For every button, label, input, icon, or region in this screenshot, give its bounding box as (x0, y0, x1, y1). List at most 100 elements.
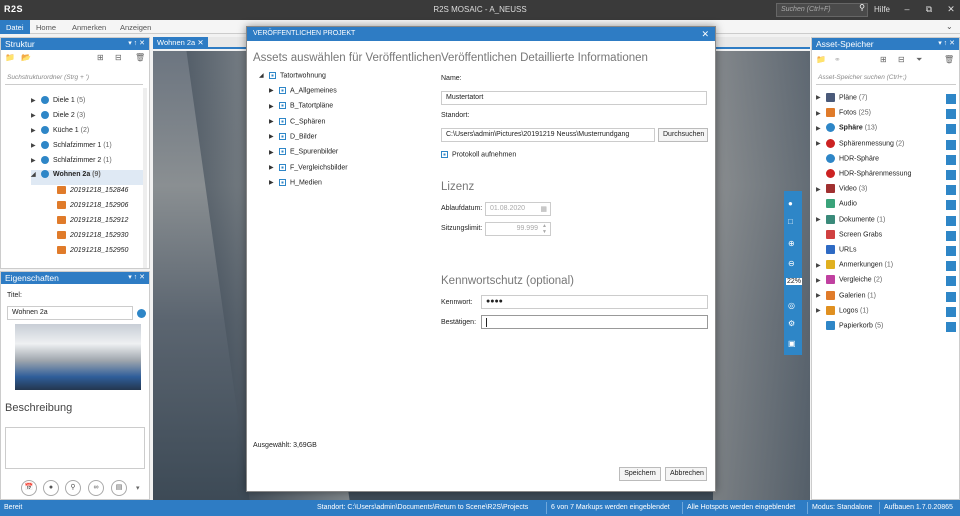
description-textarea[interactable] (5, 427, 145, 469)
checkbox[interactable] (279, 148, 286, 156)
tree-photo-item[interactable]: 20191218_152930 (57, 231, 128, 246)
expand-icon[interactable]: ▶ (816, 94, 826, 101)
visibility-checkbox[interactable] (946, 185, 956, 196)
add-icon[interactable]: ⊞ (97, 53, 104, 62)
expand-icon[interactable]: ▶ (269, 179, 279, 186)
asset-item[interactable]: ▶ Anmerkungen (1) (816, 260, 956, 273)
structure-scrollbar[interactable] (143, 88, 147, 268)
expand-icon[interactable]: ▶ (816, 307, 826, 314)
folder-add-icon[interactable]: 📁 (816, 55, 826, 64)
expand-icon[interactable]: ▶ (269, 133, 279, 140)
frame-icon[interactable]: □ (788, 217, 793, 226)
folder-icon[interactable]: 📂 (21, 53, 31, 62)
expand-icon[interactable]: ▶ (816, 292, 826, 299)
save-button[interactable]: Speichern (619, 467, 661, 481)
visibility-checkbox[interactable] (946, 230, 956, 241)
expand-icon[interactable]: ▶ (31, 142, 41, 149)
filter-icon[interactable]: ⏷ (916, 55, 922, 65)
tree-item-1[interactable]: ▶ B_Tatortpläne (269, 102, 333, 110)
expand-icon[interactable]: ▶ (269, 103, 279, 110)
asset-search-input[interactable]: Asset-Speicher suchen (Ctrl+;) (816, 73, 956, 85)
tree-photo-item[interactable]: 20191218_152912 (57, 216, 128, 231)
collapse-icon[interactable]: ◢ (31, 171, 41, 178)
visibility-checkbox[interactable] (946, 94, 956, 104)
expand-icon[interactable]: ▶ (816, 186, 826, 193)
expand-icon[interactable]: ▶ (31, 97, 41, 104)
tree-item-2[interactable]: ▶ C_Sphären (269, 117, 325, 125)
help-menu[interactable]: Hilfe (874, 5, 890, 14)
menu-home[interactable]: Home (30, 20, 62, 34)
maximize-icon[interactable]: ⧉ (922, 4, 936, 15)
menu-anzeigen[interactable]: Anzeigen (114, 20, 157, 34)
expand-icon[interactable]: ▶ (816, 216, 826, 223)
attachment-icon[interactable]: ∞ (88, 480, 104, 496)
document-icon[interactable]: ▤ (111, 480, 127, 496)
visibility-checkbox[interactable] (946, 306, 956, 317)
menu-anmerken[interactable]: Anmerken (66, 20, 112, 34)
visibility-checkbox[interactable] (946, 246, 956, 256)
asset-item[interactable]: ▶ Dokumente (1) (816, 214, 956, 228)
name-input[interactable]: Mustertatort (441, 91, 707, 105)
tree-item-schlafzimmer-2[interactable]: ▶ Schlafzimmer 2 (1) (31, 156, 112, 171)
asset-item[interactable]: Screen Grabs (816, 229, 956, 243)
add-icon[interactable]: ⊞ (880, 55, 887, 64)
minimize-icon[interactable]: – (900, 4, 914, 14)
confirm-password-input[interactable] (481, 315, 708, 329)
visibility-checkbox[interactable] (946, 261, 956, 272)
log-checkbox[interactable]: Protokoll aufnehmen (441, 151, 516, 158)
collapse-icon[interactable]: ⊟ (115, 53, 122, 62)
expand-icon[interactable]: ▶ (31, 157, 41, 164)
tree-item-wohnen-2a[interactable]: ◢ Wohnen 2a (9) (31, 170, 143, 185)
checkbox[interactable] (441, 151, 448, 158)
zoom-in-icon[interactable]: ⊕ (788, 239, 795, 248)
asset-item[interactable]: ▶ Logos (1) (816, 305, 956, 319)
fullscreen-icon[interactable]: ▣ (788, 339, 796, 348)
close-icon[interactable]: ✕ (944, 4, 958, 15)
expand-icon[interactable]: ▶ (816, 140, 826, 147)
chevron-down-icon[interactable]: ⌄ (946, 22, 953, 31)
collapse-icon[interactable]: ⊟ (898, 55, 905, 64)
close-icon[interactable]: ✕ (197, 38, 203, 47)
visibility-checkbox[interactable] (946, 109, 956, 120)
checkbox[interactable] (279, 163, 286, 171)
asset-item[interactable]: ▶ Video (3) (816, 184, 956, 197)
asset-item[interactable]: Audio (816, 199, 956, 212)
calendar-icon[interactable]: 📅 (21, 480, 37, 496)
asset-item[interactable]: ▶ Sphärenmessung (2) (816, 138, 956, 152)
asset-item[interactable]: ▶ Vergleiche (2) (816, 275, 956, 288)
folder-add-icon[interactable]: 📁 (5, 53, 15, 62)
tree-item-schlafzimmer-1[interactable]: ▶ Schlafzimmer 1 (1) (31, 141, 112, 156)
tree-item-0[interactable]: ▶ A_Allgemeines (269, 87, 337, 94)
tree-item-diele-2[interactable]: ▶ Diele 2 (3) (31, 111, 85, 126)
visibility-checkbox[interactable] (946, 124, 956, 135)
visibility-checkbox[interactable] (946, 170, 956, 180)
close-icon[interactable]: ✕ (701, 29, 709, 40)
link-icon[interactable]: ⚭ (834, 55, 841, 64)
structure-search-input[interactable]: Suchstrukturordner (Strg + ') (5, 73, 143, 85)
target-icon[interactable]: ◎ (788, 301, 795, 310)
tree-item-5[interactable]: ▶ F_Vergleichsbilder (269, 163, 348, 171)
person-icon[interactable]: ● (43, 480, 59, 496)
collapse-icon[interactable]: ◢ (259, 72, 269, 79)
browse-button[interactable]: Durchsuchen (658, 128, 708, 142)
checkbox[interactable] (279, 178, 286, 186)
visibility-checkbox[interactable] (946, 139, 956, 150)
trash-icon[interactable]: 🗑 (944, 55, 954, 64)
tree-item-diele-1[interactable]: ▶ Diele 1 (5) (31, 96, 85, 111)
search-icon[interactable]: ⚲ (65, 480, 81, 496)
asset-item[interactable]: Papierkorb (5) (816, 321, 956, 334)
panel-controls-icon[interactable]: ▾ ↑ ✕ (938, 39, 955, 47)
calendar-icon[interactable]: ▦ (540, 205, 547, 213)
search-icon[interactable]: ⚲ (855, 3, 869, 17)
chevron-down-icon[interactable]: ▾ (136, 484, 140, 492)
tree-item-3[interactable]: ▶ D_Bilder (269, 132, 317, 140)
menu-datei[interactable]: Datei (0, 20, 30, 34)
location-input[interactable]: C:\Users\admin\Pictures\20191219 Neuss\M… (441, 128, 655, 142)
visibility-checkbox[interactable] (946, 291, 956, 302)
tree-item-4[interactable]: ▶ E_Spurenbilder (269, 148, 338, 156)
tab-wohnen-2a[interactable]: Wohnen 2a ✕ (153, 37, 208, 49)
asset-item[interactable]: HDR-Sphäre (816, 153, 956, 167)
expand-icon[interactable]: ▶ (269, 149, 279, 156)
visibility-checkbox[interactable] (946, 215, 956, 226)
asset-item[interactable]: ▶ Galerien (1) (816, 290, 956, 304)
